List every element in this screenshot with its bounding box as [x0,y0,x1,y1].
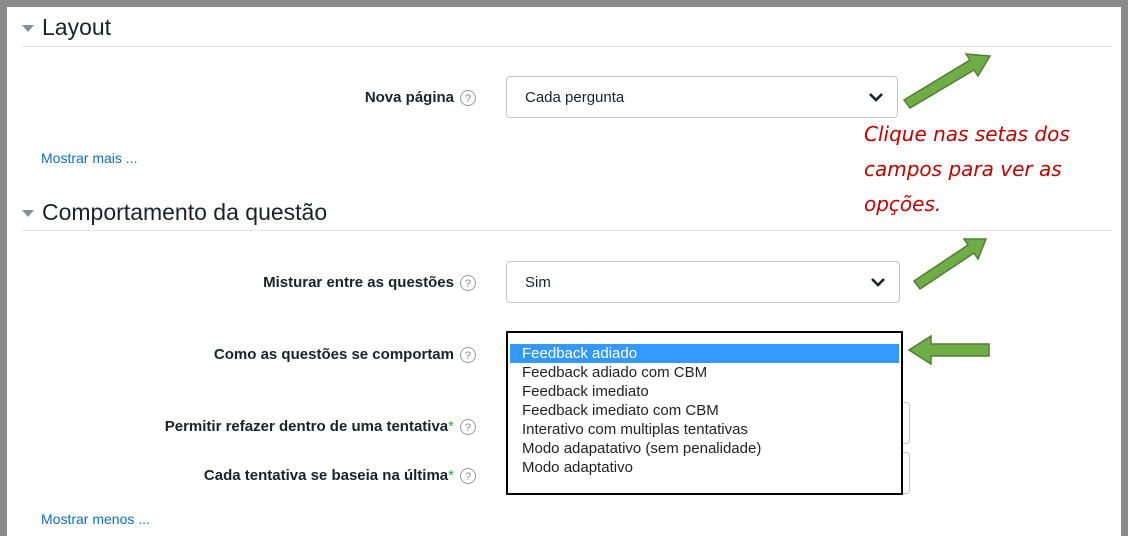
dropdown-option[interactable]: Modo adaptativo [508,458,901,477]
annotation-line: campos para ver as [864,157,1062,181]
chevron-down-icon [871,278,885,287]
shuffle-value: Sim [525,273,551,291]
dropdown-option[interactable]: Feedback adiado [510,344,899,363]
required-mark: * [448,467,454,484]
collapse-triangle-icon [22,25,34,32]
divider [22,230,1112,231]
green-arrow-icon [902,53,992,109]
each-attempt-label: Cada tentativa se baseia na última*? [203,467,476,485]
how-behave-label: Como as questões se comportam? [213,346,476,364]
collapse-triangle-icon [22,210,34,217]
dropdown-option[interactable]: Feedback imediato [508,382,901,401]
annotation-line: opções. [864,192,942,216]
show-more-link[interactable]: Mostrar mais ... [41,150,137,166]
divider [22,46,1112,47]
dropdown-option[interactable]: Interativo com multiplas tentativas [508,420,901,439]
annotation-text: Clique nas setas dos campos para ver as … [864,117,1114,222]
chevron-down-icon [869,93,883,102]
dropdown-option[interactable]: Modo adapatativo (sem penalidade) [508,439,901,458]
nova-pagina-value: Cada pergunta [525,88,625,106]
nova-pagina-select[interactable]: Cada pergunta [506,76,898,118]
help-icon[interactable]: ? [460,419,476,436]
green-arrow-icon [912,238,988,291]
redo-label-text: Permitir refazer dentro de uma tentativa [164,418,449,435]
section-behaviour-title: Comportamento da questão [42,199,328,225]
green-arrow-icon [907,334,990,366]
shuffle-select[interactable]: Sim [506,261,900,303]
section-layout-toggle[interactable]: Layout [22,14,111,41]
show-less-link[interactable]: Mostrar menos ... [41,511,150,527]
help-icon[interactable]: ? [460,347,476,364]
help-icon[interactable]: ? [460,90,476,107]
required-mark: * [448,418,454,435]
annotation-line: Clique nas setas dos [864,122,1070,146]
how-behave-dropdown-list[interactable]: Feedback adiado Feedback adiado com CBM Fe… [506,331,903,495]
dropdown-option[interactable]: Feedback imediato com CBM [508,401,901,420]
help-icon[interactable]: ? [460,275,476,292]
section-behaviour-toggle[interactable]: Comportamento da questão [22,199,327,226]
how-behave-label-text: Como as questões se comportam [213,346,454,363]
section-layout-title: Layout [42,14,112,40]
dropdown-option[interactable]: Feedback adiado com CBM [508,363,901,382]
shuffle-label: Misturar entre as questões? [263,274,476,292]
nova-pagina-label: Nova página? [364,89,476,107]
nova-pagina-label-text: Nova página [364,89,454,106]
shuffle-label-text: Misturar entre as questões [263,274,454,291]
each-attempt-label-text: Cada tentativa se baseia na última [203,467,449,484]
redo-label: Permitir refazer dentro de uma tentativa… [164,418,476,436]
help-icon[interactable]: ? [460,468,476,485]
